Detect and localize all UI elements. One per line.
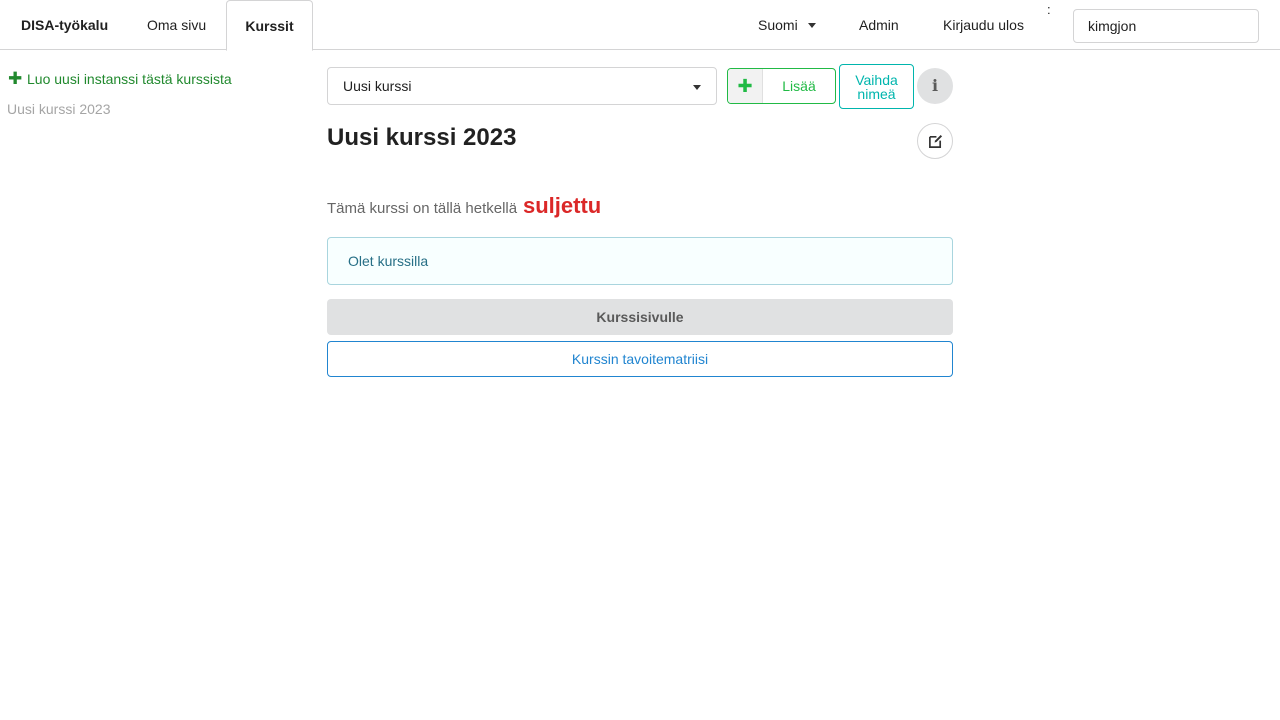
rename-button[interactable]: Vaihda nimeä	[839, 64, 914, 109]
nav-item-own-page[interactable]: Oma sivu	[147, 0, 206, 50]
caret-down-icon	[693, 85, 701, 90]
course-select[interactable]: Uusi kurssi	[327, 67, 717, 105]
language-label: Suomi	[758, 17, 798, 33]
nav-item-admin[interactable]: Admin	[859, 0, 899, 50]
status-value: suljettu	[522, 193, 602, 218]
plus-icon: ✚	[8, 69, 23, 88]
add-button-label: Lisää	[782, 78, 816, 94]
page-title: Uusi kurssi 2023	[327, 124, 517, 151]
status-text: Tämä kurssi on tällä hetkellä	[327, 200, 518, 217]
username-input[interactable]	[1073, 9, 1259, 43]
course-select-value: Uusi kurssi	[343, 78, 412, 94]
top-navigation: DISA-työkalu Oma sivu Kurssit Suomi Admi…	[0, 0, 1280, 51]
course-page-button[interactable]: Kurssisivulle	[327, 299, 953, 335]
info-button[interactable]: i	[917, 68, 953, 104]
info-icon: i	[931, 76, 939, 95]
brand-link[interactable]: DISA-työkalu	[21, 0, 108, 50]
create-instance-label: Luo uusi instanssi tästä kurssista	[27, 71, 232, 87]
add-course-button[interactable]: ✚ Lisää	[727, 68, 836, 104]
plus-icon: ✚	[728, 69, 763, 103]
enrolled-message: Olet kurssilla	[327, 237, 953, 285]
language-dropdown[interactable]: Suomi	[758, 0, 816, 50]
logout-link[interactable]: Kirjaudu ulos	[943, 0, 1024, 50]
course-status: Tämä kurssi on tällä hetkellä suljettu	[327, 193, 601, 223]
nav-item-courses[interactable]: Kurssit	[226, 0, 313, 51]
objective-matrix-button[interactable]: Kurssin tavoitematriisi	[327, 341, 953, 377]
caret-down-icon	[807, 22, 816, 28]
edit-button[interactable]	[917, 123, 953, 159]
edit-icon	[929, 134, 943, 148]
create-instance-link[interactable]: ✚ Luo uusi instanssi tästä kurssista	[8, 70, 232, 88]
separator-text: :	[1047, 2, 1051, 17]
sidebar-item-instance[interactable]: Uusi kurssi 2023	[7, 100, 111, 118]
rename-label-line2: nimeä	[857, 86, 896, 102]
